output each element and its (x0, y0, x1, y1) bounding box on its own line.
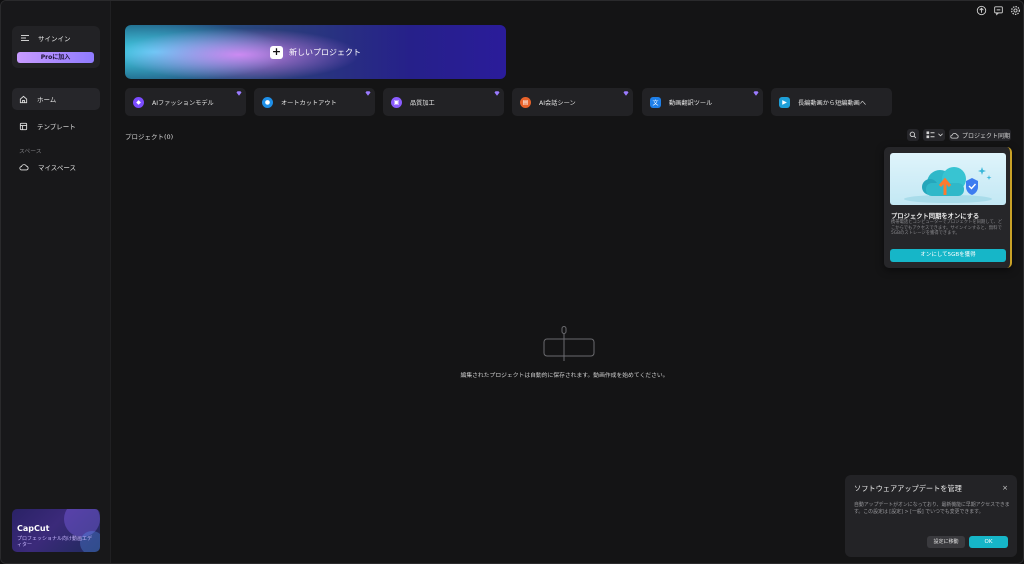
new-project-label: 新しいプロジェクト (289, 47, 361, 57)
sidebar: サインイン Proに加入 ホーム テンプレート スペース マイスペース CapC… (1, 1, 111, 563)
empty-projects-message: 編集されたプロジェクトは自動的に保存されます。動画作成を始めてください。 (460, 373, 669, 379)
popup-body: 携帯電話とコンピューターでプロジェクトを同期して、どこからでもアクセスできます。… (891, 220, 1003, 237)
update-notification: ソフトウェアアップデートを管理 × 自動アップデートがオンになっており、最新機能… (845, 475, 1017, 557)
feedback-icon[interactable] (993, 5, 1004, 16)
home-icon (19, 95, 28, 103)
popup-title: プロジェクト同期をオンにする (891, 213, 980, 220)
person-cutout-icon: ● (262, 96, 273, 108)
cloud-sync-illustration (890, 153, 1006, 205)
signin-menu-icon (21, 35, 29, 41)
project-sync-button[interactable]: プロジェクト同期 (949, 129, 1011, 141)
premium-gem-icon (753, 91, 759, 96)
sidebar-item-label: テンプレート (37, 123, 76, 131)
signin-card[interactable]: サインイン Proに加入 (12, 26, 100, 68)
pro-subscribe-button[interactable]: Proに加入 (17, 52, 94, 63)
project-sync-label: プロジェクト同期 (961, 132, 1010, 140)
template-icon (19, 122, 28, 130)
long-to-short-icon: ▶ (779, 96, 790, 108)
app-window: サインイン Proに加入 ホーム テンプレート スペース マイスペース CapC… (0, 0, 1024, 564)
chevron-down-icon (937, 133, 943, 137)
projects-title: プロジェクト(0) (125, 133, 174, 141)
tool-ai-conversation-scene[interactable]: ▤ AI会話シーン (512, 88, 633, 116)
list-view-icon (926, 131, 934, 139)
sidebar-item-label: ホーム (37, 96, 57, 104)
signin-label[interactable]: サインイン (38, 33, 71, 43)
tool-label: AIファッションモデル (152, 99, 214, 107)
close-icon[interactable]: × (1002, 484, 1008, 492)
sidebar-item-templates[interactable]: テンプレート (12, 115, 100, 137)
new-project-button[interactable]: + 新しいプロジェクト (125, 25, 506, 79)
title-bar (1, 1, 1023, 21)
premium-gem-icon (236, 91, 242, 96)
capcut-promo-banner[interactable]: CapCut プロフェッショナル向け動画エディター (12, 509, 100, 552)
search-icon (909, 131, 917, 139)
sidebar-item-home[interactable]: ホーム (12, 88, 100, 110)
upload-icon[interactable] (976, 5, 987, 16)
tool-ai-fashion-model[interactable]: ◆ AIファッションモデル (125, 88, 246, 116)
tool-label: 品質加工 (410, 99, 435, 107)
sidebar-item-my-space[interactable]: マイスペース (12, 156, 100, 178)
plus-icon: + (270, 44, 283, 59)
tool-quality-enhance[interactable]: ▣ 品質加工 (383, 88, 504, 116)
promo-subtitle: プロフェッショナル向け動画エディター (17, 536, 93, 548)
space-section-label: スペース (19, 149, 42, 155)
tool-video-translator[interactable]: 文 動画翻訳ツール (642, 88, 763, 116)
notification-body: 自動アップデートがオンになっており、最新機能に早期アクセスできます。この設定は … (854, 502, 1010, 515)
chat-scene-icon: ▤ (520, 96, 531, 108)
tool-label: オートカットアウト (281, 99, 337, 107)
enable-sync-button[interactable]: オンにして5GBを獲得 (890, 249, 1006, 262)
tool-long-to-short[interactable]: ▶ 長編動画から短編動画へ (771, 88, 892, 116)
tool-label: 長編動画から短編動画へ (798, 99, 867, 107)
tool-auto-cutout[interactable]: ● オートカットアウト (254, 88, 375, 116)
premium-gem-icon (365, 91, 371, 96)
empty-projects-illustration (543, 326, 595, 361)
shirt-icon: ◆ (133, 96, 144, 108)
settings-gear-icon[interactable] (1010, 5, 1021, 16)
sidebar-item-label: マイスペース (38, 164, 77, 172)
search-button[interactable] (907, 129, 919, 141)
tool-label: 動画翻訳ツール (669, 99, 713, 107)
project-sync-popup: プロジェクト同期をオンにする 携帯電話とコンピューターでプロジェクトを同期して、… (884, 147, 1012, 268)
premium-gem-icon (494, 91, 500, 96)
view-mode-dropdown[interactable] (923, 129, 945, 141)
enhance-icon: ▣ (391, 96, 402, 108)
premium-gem-icon (623, 91, 629, 96)
promo-title: CapCut (17, 524, 50, 533)
notification-title: ソフトウェアアップデートを管理 (854, 484, 962, 493)
ok-button[interactable]: OK (969, 536, 1008, 548)
tool-label: AI会話シーン (539, 99, 576, 107)
go-to-settings-button[interactable]: 設定に移動 (927, 536, 965, 548)
translate-icon: 文 (650, 96, 661, 108)
cloud-sync-icon (950, 132, 959, 138)
cloud-icon (19, 164, 29, 171)
